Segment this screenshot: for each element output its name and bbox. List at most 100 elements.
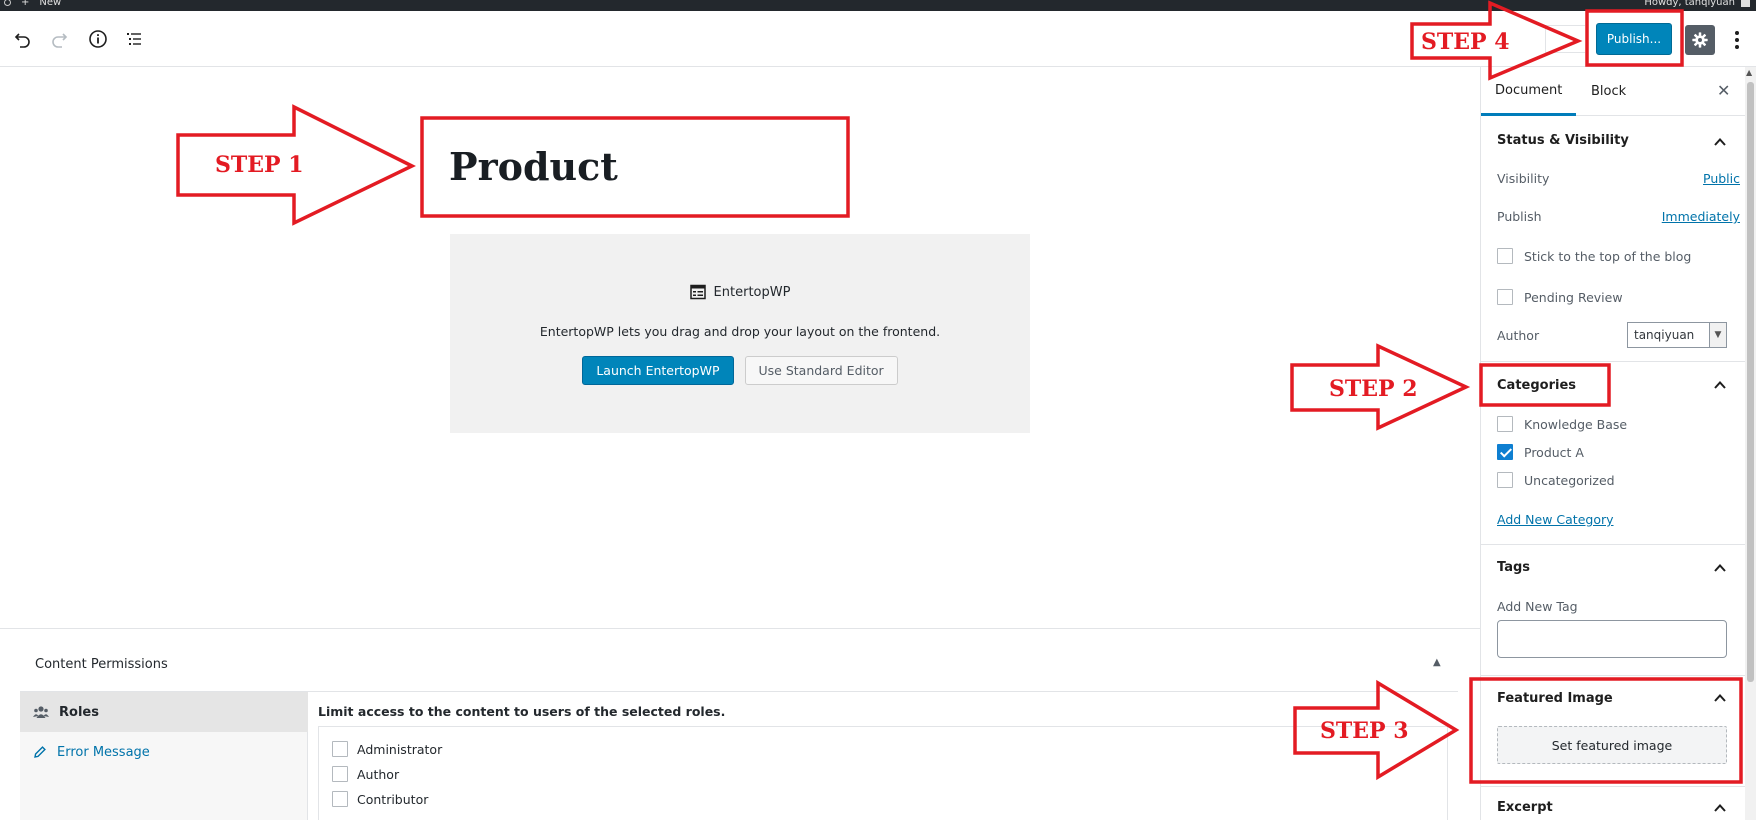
block-name: EntertopWP	[713, 284, 791, 300]
tab-roles-label: Roles	[59, 704, 99, 720]
pencil-icon	[34, 746, 46, 758]
category-product-a[interactable]: Product A	[1497, 444, 1584, 460]
chevron-up-icon[interactable]	[1713, 135, 1727, 149]
sidebar-scrollbar-thumb[interactable]	[1747, 82, 1754, 682]
tab-roles[interactable]: Roles	[20, 692, 308, 732]
table-icon	[689, 284, 706, 300]
redo-button[interactable]	[47, 27, 71, 51]
more-vertical-dot	[1735, 45, 1739, 49]
role-label: Administrator	[357, 741, 443, 757]
plus-icon[interactable]: +	[21, 0, 29, 8]
howdy-label[interactable]: Howdy, tanqiyuan	[1644, 0, 1735, 8]
block-buttons: Launch EntertopWP Use Standard Editor	[450, 356, 1030, 385]
users-icon	[33, 706, 49, 718]
checkbox[interactable]	[1497, 416, 1513, 432]
block-description: EntertopWP lets you drag and drop your l…	[539, 324, 941, 339]
sidebar-tabs: Document Block ✕	[1481, 67, 1746, 116]
admin-bar-new[interactable]: New	[39, 0, 61, 8]
publish-button[interactable]: Publish...	[1596, 23, 1672, 55]
undo-button[interactable]	[11, 27, 35, 51]
chevron-up-icon[interactable]	[1713, 801, 1727, 815]
more-vertical-dot	[1735, 38, 1739, 42]
chevron-down-icon: ▼	[1709, 323, 1726, 347]
admin-bar: + New Howdy, tanqiyuan	[0, 0, 1756, 11]
save-draft-stub[interactable]	[1545, 25, 1585, 53]
status-visibility-title[interactable]: Status & Visibility	[1497, 133, 1629, 148]
publish-label: Publish	[1497, 209, 1542, 224]
launch-entertopwp-button[interactable]: Launch EntertopWP	[582, 356, 734, 385]
author-select[interactable]: tanqiyuan ▼	[1627, 322, 1727, 348]
tab-error-message-label: Error Message	[57, 744, 150, 760]
stick-to-top-option[interactable]: Stick to the top of the blog	[1497, 248, 1691, 264]
visibility-link[interactable]: Public	[1703, 171, 1740, 186]
gear-icon	[1692, 32, 1708, 48]
role-label: Contributor	[357, 791, 429, 807]
role-contributor[interactable]: Contributor	[332, 791, 428, 807]
step-4-label: STEP 4	[1421, 29, 1510, 55]
role-administrator[interactable]: Administrator	[332, 741, 442, 757]
category-knowledge-base[interactable]: Knowledge Base	[1497, 416, 1627, 432]
divider	[1481, 361, 1746, 362]
categories-title[interactable]: Categories	[1497, 378, 1576, 393]
collapse-triangle-icon[interactable]: ▲	[1433, 657, 1441, 668]
chevron-up-icon[interactable]	[1713, 691, 1727, 705]
undo-icon	[14, 33, 30, 48]
wordpress-logo-icon[interactable]	[4, 0, 11, 6]
category-label: Product A	[1524, 444, 1584, 460]
publish-link[interactable]: Immediately	[1662, 209, 1740, 224]
category-label: Knowledge Base	[1524, 416, 1628, 432]
set-featured-image-button[interactable]: Set featured image	[1497, 726, 1727, 764]
tag-input[interactable]	[1497, 620, 1727, 658]
content-permissions-metabox: Content Permissions ▲ Roles Error Messag…	[0, 628, 1480, 820]
entertopwp-block[interactable]: EntertopWP EntertopWP lets you drag and …	[450, 234, 1030, 433]
info-button[interactable]	[86, 27, 110, 51]
divider	[1481, 786, 1746, 787]
settings-button[interactable]	[1685, 25, 1715, 55]
post-title[interactable]: Product	[449, 144, 618, 189]
step-1-label: STEP 1	[215, 152, 304, 178]
avatar-icon[interactable]	[1741, 0, 1750, 7]
more-vertical-icon	[1735, 31, 1739, 35]
divider	[1481, 675, 1746, 676]
category-label: Uncategorized	[1524, 472, 1615, 488]
checkbox[interactable]	[1497, 248, 1513, 264]
tab-block[interactable]: Block	[1591, 67, 1626, 116]
featured-image-title[interactable]: Featured Image	[1497, 691, 1613, 706]
chevron-up-icon[interactable]	[1713, 561, 1727, 575]
checkbox[interactable]	[1497, 472, 1513, 488]
admin-bar-right: Howdy, tanqiyuan	[1644, 0, 1750, 8]
checkbox-checked[interactable]	[1497, 444, 1513, 460]
more-options-button[interactable]	[1728, 25, 1746, 55]
pending-review-label: Pending Review	[1524, 289, 1623, 305]
checkbox[interactable]	[1497, 289, 1513, 305]
tab-error-message[interactable]: Error Message	[20, 732, 308, 772]
settings-sidebar: Document Block ✕ Status & Visibility Vis…	[1480, 67, 1746, 820]
tab-document[interactable]: Document	[1481, 67, 1576, 116]
close-icon[interactable]: ✕	[1717, 81, 1730, 100]
roles-description: Limit access to the content to users of …	[318, 704, 726, 719]
use-standard-editor-button[interactable]: Use Standard Editor	[744, 356, 898, 385]
metabox-content: Limit access to the content to users of …	[308, 691, 1458, 820]
metabox-title: Content Permissions	[35, 657, 168, 672]
checkbox[interactable]	[332, 766, 348, 782]
info-icon	[89, 30, 107, 48]
category-uncategorized[interactable]: Uncategorized	[1497, 472, 1615, 488]
pending-review-option[interactable]: Pending Review	[1497, 289, 1623, 305]
tags-title[interactable]: Tags	[1497, 560, 1530, 575]
checkbox[interactable]	[332, 741, 348, 757]
metabox-tabs: Roles Error Message	[20, 691, 308, 820]
visibility-label: Visibility	[1497, 171, 1550, 186]
list-view-icon	[127, 33, 141, 45]
list-view-button[interactable]	[122, 27, 146, 51]
role-list: Administrator Author Contributor	[318, 726, 1448, 820]
scroll-up-icon[interactable]: ▲	[1746, 68, 1752, 77]
admin-bar-left: + New	[4, 0, 61, 8]
role-author[interactable]: Author	[332, 766, 399, 782]
excerpt-title[interactable]: Excerpt	[1497, 800, 1553, 815]
add-new-category-link[interactable]: Add New Category	[1497, 512, 1614, 527]
role-label: Author	[357, 766, 400, 782]
step-2-label: STEP 2	[1329, 376, 1418, 402]
author-label: Author	[1497, 328, 1540, 343]
checkbox[interactable]	[332, 791, 348, 807]
chevron-up-icon[interactable]	[1713, 378, 1727, 392]
